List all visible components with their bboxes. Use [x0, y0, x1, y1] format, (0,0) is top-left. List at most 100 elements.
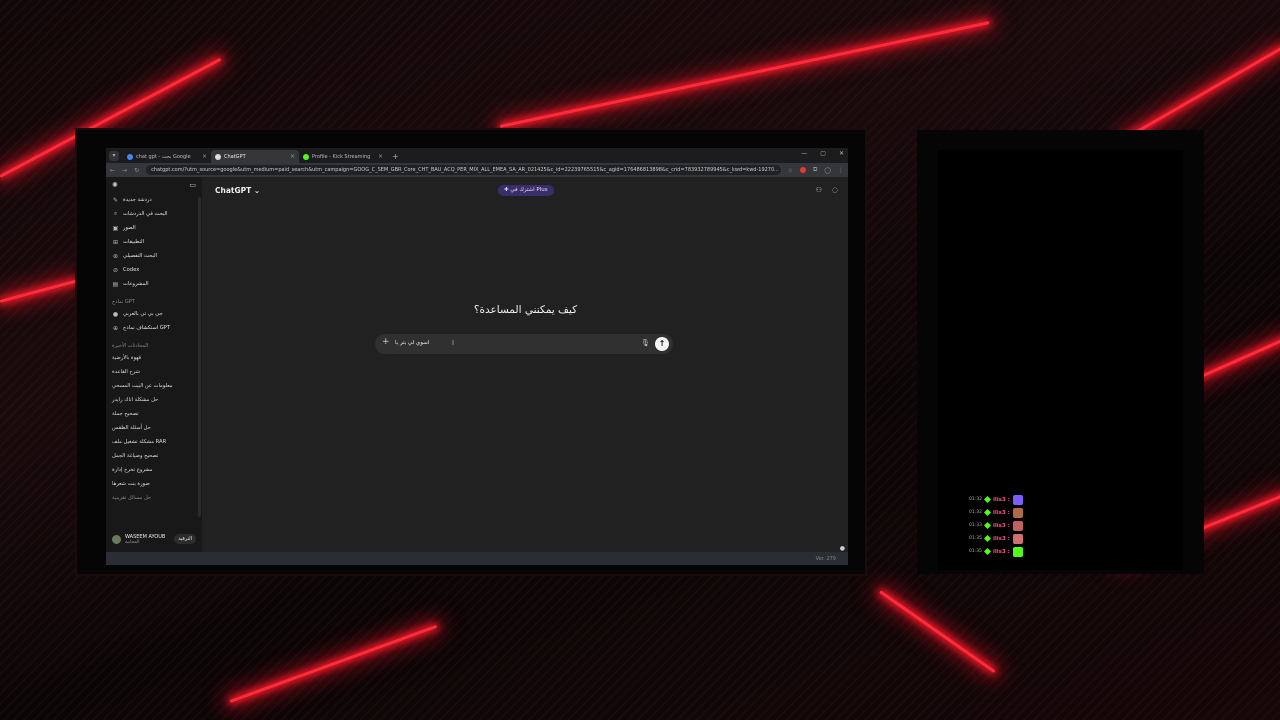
model-selector[interactable]: ChatGPT ⌄ [215, 186, 260, 195]
voice-icon[interactable]: ● [840, 545, 845, 552]
kick-badge-icon [983, 521, 992, 530]
user-profile[interactable]: WASEEM AYOUB المجانية الترقية [106, 530, 202, 548]
sidebar-item-label: الصور [123, 225, 136, 231]
reload-icon[interactable]: ↻ [134, 167, 139, 174]
sidebar-scrollbar[interactable] [198, 197, 201, 517]
emote-icon [1012, 520, 1023, 531]
chat-message: 01:32 ilis3 : [969, 493, 1159, 506]
list-item[interactable]: حل أسئلة الطقس [106, 421, 202, 435]
apps-icon: ⊞ [112, 238, 119, 246]
list-item[interactable]: حل مسائل تقريبية [106, 491, 202, 505]
address-bar: ← → ↻ chatgpt.com/?utm_source=google&utm… [106, 163, 848, 177]
sidebar-item-label: التطبيقات [123, 239, 145, 245]
user-name: WASEEM AYOUB [125, 533, 166, 540]
list-item[interactable]: تصحيح جملة [106, 407, 202, 421]
tab-search-button[interactable]: ▾ [109, 151, 119, 161]
user-plan: المجانية [125, 539, 140, 545]
image-icon: ▣ [112, 224, 119, 232]
background-streak [229, 624, 438, 703]
forward-icon[interactable]: → [122, 167, 127, 174]
profile-icon[interactable]: ◯ [824, 167, 831, 174]
bookmark-star-icon[interactable]: ☆ [788, 167, 793, 174]
top-right-icons: ⚇ ◌ [816, 186, 838, 194]
background-streak [0, 279, 78, 303]
sidebar-item-label: جي بي تي بالعربي [123, 311, 163, 317]
explore-icon: ⊕ [112, 324, 119, 332]
gpt-icon: ● [112, 310, 119, 318]
attach-plus-icon[interactable]: + [382, 337, 390, 347]
menu-icon[interactable]: ⋮ [838, 167, 844, 174]
message-composer[interactable]: + اسوي لي بتر با I 🎙 ↑ [375, 334, 673, 354]
url-field[interactable]: chatgpt.com/?utm_source=google&utm_mediu… [146, 165, 781, 175]
plus-icon: ✚ [504, 187, 509, 193]
list-item[interactable]: حل مشكلة اتاك رايدر [106, 393, 202, 407]
sidebar-item-projects[interactable]: ▤ المشروعات [106, 277, 202, 291]
sidebar-item-label: دردشة جديدة [123, 197, 152, 203]
close-window-icon[interactable]: ✕ [839, 150, 844, 157]
sidebar: ✺ ▭ ✎ دردشة جديدة ⌕ البحث في الدردشات ▣ الص… [106, 177, 203, 552]
sidebar-item-label: البحث في الدردشات [123, 211, 168, 217]
sidebar-item-search[interactable]: ⌕ البحث في الدردشات [106, 207, 202, 221]
tab-bar: ▾ chat gpt - بحث Google × ChatGPT × Prof… [106, 148, 848, 163]
sidebar-item-codex[interactable]: ⊘ Codex [106, 263, 202, 277]
message-nick: ilis3 : [992, 496, 1010, 503]
model-name: ChatGPT [215, 186, 252, 195]
upgrade-button[interactable]: الترقية [174, 534, 196, 544]
sidebar-item-new-chat[interactable]: ✎ دردشة جديدة [106, 193, 202, 207]
list-item[interactable]: معلومات عن البيت المسحي [106, 379, 202, 393]
minimize-icon[interactable]: — [801, 150, 807, 157]
list-item[interactable]: شرح القاعدة [106, 365, 202, 379]
list-item[interactable]: قهوة بالأرضية [106, 351, 202, 365]
tab-chatgpt[interactable]: ChatGPT × [211, 150, 299, 163]
close-icon[interactable]: × [378, 153, 383, 160]
share-user-icon[interactable]: ⚇ [816, 186, 822, 194]
text-cursor-icon: I [452, 339, 455, 347]
sidebar-item-gpt-arabic[interactable]: ● جي بي تي بالعربي [106, 307, 202, 321]
subscribe-plus-button[interactable]: ✚ اشترك في Plus [498, 185, 554, 196]
maximize-icon[interactable]: ▢ [820, 150, 826, 157]
main-chat-area: ChatGPT ⌄ ✚ اشترك في Plus ⚇ ◌ كيف يمكنني… [203, 177, 848, 552]
sidebar-item-deep-research[interactable]: ⊛ البحث التفصيلي [106, 249, 202, 263]
kick-badge-icon [983, 508, 992, 517]
extension-record-icon[interactable] [799, 167, 806, 173]
new-tab-button[interactable]: + [392, 152, 399, 161]
kick-badge-icon [983, 547, 992, 556]
list-item[interactable]: مشروع تخرج إدارة [106, 463, 202, 477]
background-streak [879, 590, 996, 674]
close-icon[interactable]: × [290, 153, 295, 160]
message-input[interactable]: اسوي لي بتر با [395, 340, 429, 346]
version-label: Ver. 279 [815, 556, 836, 562]
send-button[interactable]: ↑ [655, 337, 669, 351]
back-icon[interactable]: ← [110, 167, 115, 174]
temporary-chat-icon[interactable]: ◌ [832, 186, 838, 194]
message-nick: ilis3 : [992, 509, 1010, 516]
list-item[interactable]: صورة بنت شعرها [106, 477, 202, 491]
sidebar-item-explore-gpts[interactable]: ⊕ استكشاف نماذج GPT [106, 321, 202, 335]
message-nick: ilis3 : [992, 548, 1010, 555]
status-bar: Ver. 279 ● [106, 545, 848, 565]
sidebar-item-apps[interactable]: ⊞ التطبيقات [106, 235, 202, 249]
google-favicon-icon [127, 153, 133, 160]
chat-message: 01:32 ilis3 : [969, 506, 1159, 519]
kick-favicon-icon [303, 153, 309, 160]
codex-icon: ⊘ [112, 266, 119, 274]
stream-chat-overlay: 01:32 ilis3 : 01:32 ilis3 : 01:33 ilis3 : 0… [969, 493, 1159, 558]
message-time: 01:32 [969, 510, 982, 515]
list-item[interactable]: تصحيح وصياغة الجمل [106, 449, 202, 463]
recent-chats-heading: المحادثات الأخيرة [112, 343, 149, 349]
chevron-down-icon: ⌄ [253, 186, 261, 195]
close-icon[interactable]: × [202, 153, 207, 160]
sidebar-toggle-icon[interactable]: ▭ [189, 181, 196, 189]
list-item[interactable]: مشكلة تشغيل ملف RAR [106, 435, 202, 449]
tab-google[interactable]: chat gpt - بحث Google × [123, 150, 211, 163]
window-controls: — ▢ ✕ [801, 150, 844, 157]
openai-logo-icon[interactable]: ✺ [112, 181, 118, 189]
extensions-icon[interactable]: ⧉ [813, 166, 817, 174]
gpts-heading: نماذج GPT [112, 299, 135, 305]
microphone-icon[interactable]: 🎙 [641, 339, 650, 347]
sidebar-item-images[interactable]: ▣ الصور [106, 221, 202, 235]
emote-icon [1012, 507, 1023, 518]
tab-kick[interactable]: Profile - Kick Streaming × [299, 150, 387, 163]
search-icon: ⌕ [113, 210, 118, 217]
edit-icon: ✎ [112, 196, 119, 204]
